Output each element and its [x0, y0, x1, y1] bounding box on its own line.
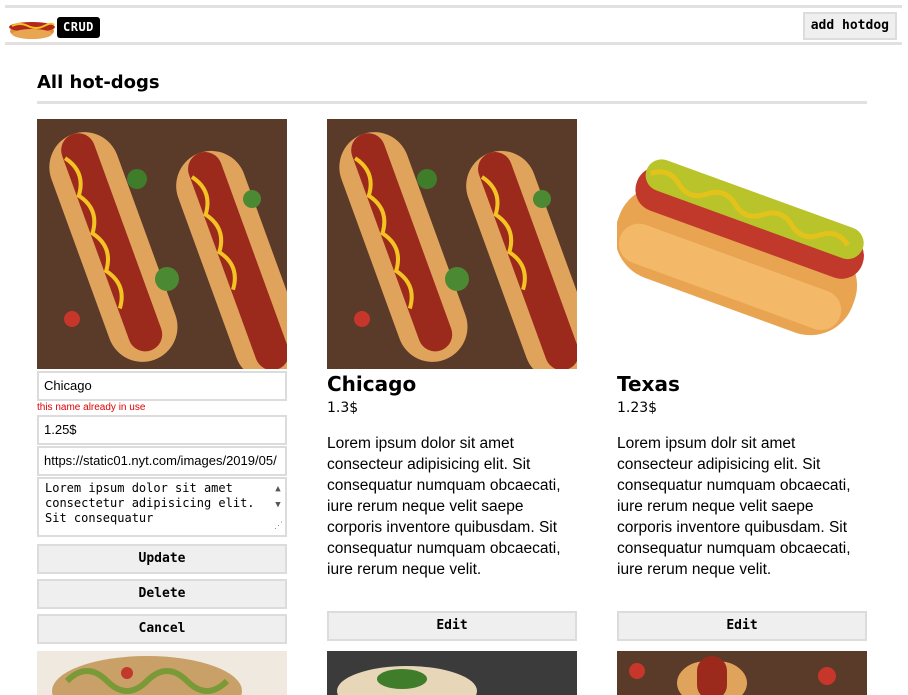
hotdog-image [327, 119, 577, 369]
hotdog-image [617, 119, 867, 369]
name-input[interactable]: Chicago [37, 371, 287, 401]
description-text: Lorem ipsum dolor sit amet consectetur a… [45, 481, 255, 525]
hotdog-price: 1.3$ [327, 400, 359, 416]
hotdog-logo-icon[interactable] [8, 14, 56, 42]
top-navbar: CRUD add hotdog [5, 5, 902, 45]
edit-button[interactable]: Edit [327, 611, 577, 641]
image-url-input[interactable]: https://static01.nyt.com/images/2019/05/ [37, 446, 287, 476]
name-error-message: this name already in use [37, 402, 146, 413]
hotdog-image [37, 651, 287, 695]
resize-grip-icon[interactable]: ⋰ [274, 519, 283, 534]
hotdog-card: Chicago 1.3$ Lorem ipsum dolor sit amet … [327, 119, 577, 641]
add-hotdog-button[interactable]: add hotdog [802, 12, 897, 40]
hotdog-name: Texas [617, 372, 680, 396]
description-textarea[interactable]: Lorem ipsum dolor sit amet consectetur a… [37, 477, 287, 537]
price-input[interactable]: 1.25$ [37, 415, 287, 445]
page-title: All hot-dogs [37, 70, 867, 104]
cancel-button[interactable]: Cancel [37, 614, 287, 644]
hotdog-image [617, 651, 867, 695]
delete-button[interactable]: Delete [37, 579, 287, 609]
hotdog-price: 1.23$ [617, 400, 658, 416]
textarea-scrollbar[interactable]: ▲ ▼ [273, 481, 283, 521]
edit-button[interactable]: Edit [617, 611, 867, 641]
update-button[interactable]: Update [37, 544, 287, 574]
hotdog-name: Chicago [327, 372, 417, 396]
crud-badge: CRUD [57, 17, 100, 38]
hotdog-description: Lorem ipsum dolr sit amet consecteur adi… [617, 435, 851, 578]
hotdog-description: Lorem ipsum dolor sit amet consecteur ad… [327, 435, 561, 578]
hotdog-image [37, 119, 287, 369]
hotdog-card: Texas 1.23$ Lorem ipsum dolr sit amet co… [617, 119, 867, 641]
hotdog-image [327, 651, 577, 695]
hotdog-card-editing: Chicago this name already in use 1.25$ h… [37, 119, 287, 644]
